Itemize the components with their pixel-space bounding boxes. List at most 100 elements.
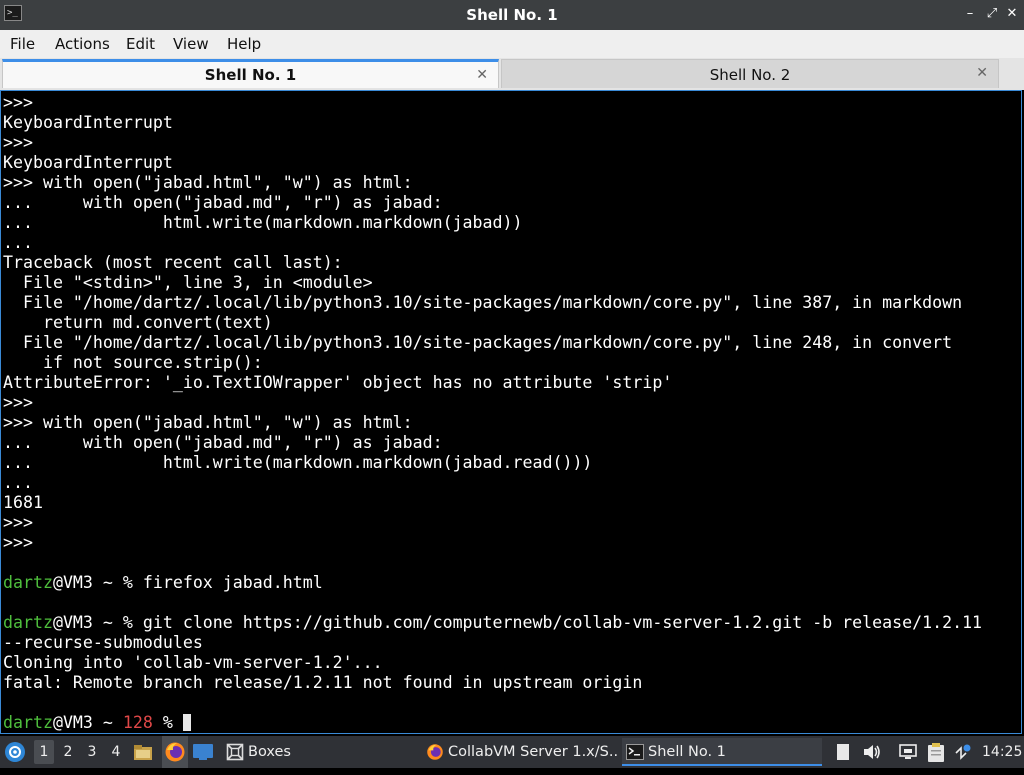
terminal-text: Traceback (most recent call last): [3, 253, 343, 272]
terminal-text: @VM3 ~ [52, 713, 123, 732]
window-titlebar[interactable]: >_ Shell No. 1 – ⤢ ✕ [0, 0, 1024, 30]
volume-icon [864, 745, 880, 759]
tab-label: Shell No. 1 [204, 66, 297, 84]
clock[interactable]: 14:25 [982, 736, 1022, 768]
terminal-text: >>> [3, 393, 33, 412]
prompt-username: dartz [3, 573, 53, 592]
tab-close-icon[interactable]: ✕ [976, 65, 988, 81]
terminal-text: >>> with open("jabad.html", "w") as html… [3, 413, 413, 432]
tab-label: Shell No. 2 [709, 66, 791, 84]
terminal-line: ... html.write(markdown.markdown(jabad)) [3, 213, 1013, 233]
terminal-text: ... with open("jabad.md", "r") as jabad: [3, 433, 443, 452]
terminal-text: >>> with open("jabad.html", "w") as html… [3, 173, 413, 192]
close-icon[interactable]: ✕ [1004, 6, 1020, 22]
terminal-line: ... with open("jabad.md", "r") as jabad: [3, 433, 1013, 453]
firefox-launcher[interactable] [162, 736, 188, 768]
terminal-line: Cloning into 'collab-vm-server-1.2'... [3, 653, 1013, 673]
terminal-line: KeyboardInterrupt [3, 113, 1013, 133]
boxes-icon [226, 743, 244, 761]
terminal-text: File "<stdin>", line 3, in <module> [3, 273, 373, 292]
lubuntu-logo-icon [5, 742, 25, 762]
file-manager-launcher[interactable] [133, 736, 155, 768]
terminal-line: --recurse-submodules [3, 633, 1013, 653]
minimize-icon[interactable]: – [962, 6, 978, 22]
bluetooth-icon [955, 744, 971, 760]
blank-window-icon [837, 744, 849, 760]
terminal-line: >>> [3, 133, 1013, 153]
tab-close-icon[interactable]: ✕ [476, 67, 488, 83]
firefox-icon [427, 744, 443, 760]
terminal-line: File "/home/dartz/.local/lib/python3.10/… [3, 333, 1013, 353]
volume-button[interactable] [862, 736, 884, 768]
terminal-text: >>> [3, 533, 33, 552]
clipboard-icon [928, 743, 944, 762]
terminal-text: % [152, 713, 183, 732]
menu-bar: File Actions Edit View Help [0, 30, 1024, 59]
terminal-line: >>> with open("jabad.html", "w") as html… [3, 173, 1013, 193]
menu-help[interactable]: Help [227, 35, 261, 53]
desktop-launcher[interactable] [192, 736, 216, 768]
terminal-text: ... [3, 233, 33, 252]
terminal-text: >>> [3, 513, 33, 532]
terminal-line: >>> [3, 393, 1013, 413]
taskbar-window-label: CollabVM Server 1.x/S... [448, 744, 618, 760]
terminal-text: File "/home/dartz/.local/lib/python3.10/… [3, 293, 963, 312]
terminal-text: ... with open("jabad.md", "r") as jabad: [3, 193, 443, 212]
terminal-line: File "<stdin>", line 3, in <module> [3, 273, 1013, 293]
tab-shell-2[interactable]: Shell No. 2 ✕ [501, 59, 999, 88]
terminal-line: ... [3, 233, 1013, 253]
terminal-text: File "/home/dartz/.local/lib/python3.10/… [3, 333, 953, 352]
terminal-line: dartz@VM3 ~ 128 % [3, 713, 1013, 733]
taskbar-window-shell-1[interactable]: Shell No. 1 [622, 738, 822, 766]
menu-view[interactable]: View [173, 35, 209, 53]
exit-code: 128 [122, 713, 153, 732]
window-title: Shell No. 1 [466, 6, 558, 24]
terminal-text: >>> [3, 93, 33, 112]
bluetooth-button[interactable] [954, 736, 974, 768]
workspace-1-button[interactable]: 1 [34, 740, 54, 764]
tray-placeholder-icon[interactable] [836, 736, 852, 768]
tab-bar: Shell No. 1 ✕ Shell No. 2 ✕ [0, 58, 1024, 90]
terminal-text: KeyboardInterrupt [3, 113, 173, 132]
terminal-line: >>> [3, 533, 1013, 553]
taskbar: 1 2 3 4 Boxes CollabVM Server 1.x/S... S… [0, 736, 1024, 768]
menu-edit[interactable]: Edit [126, 35, 155, 53]
menu-actions[interactable]: Actions [55, 35, 110, 53]
terminal-line: dartz@VM3 ~ % git clone https://github.c… [3, 613, 1013, 633]
terminal-text: KeyboardInterrupt [3, 153, 173, 172]
workspace-2-button[interactable]: 2 [58, 740, 78, 764]
terminal-view[interactable]: >>> KeyboardInterrupt >>> KeyboardInterrupt… [0, 90, 1022, 734]
workspace-3-button[interactable]: 3 [82, 740, 102, 764]
terminal-text: 1681 [3, 493, 43, 512]
terminal-text: ... html.write(markdown.markdown(jabad)) [3, 213, 523, 232]
terminal-line: if not source.strip(): [3, 353, 1013, 373]
desktop-icon [193, 744, 213, 760]
terminal-line: fatal: Remote branch release/1.2.11 not … [3, 673, 1013, 693]
terminal-line: File "/home/dartz/.local/lib/python3.10/… [3, 293, 1013, 313]
boxes-taskbar-button[interactable]: Boxes [222, 738, 302, 766]
terminal-text: ... [3, 473, 33, 492]
prompt-username: dartz [3, 613, 53, 632]
terminal-line: ... [3, 473, 1013, 493]
terminal-line: AttributeError: '_io.TextIOWrapper' obje… [3, 373, 1013, 393]
tab-shell-1[interactable]: Shell No. 1 ✕ [2, 59, 499, 88]
firefox-icon [165, 742, 185, 762]
terminal-line: >>> with open("jabad.html", "w") as html… [3, 413, 1013, 433]
menu-file[interactable]: File [10, 35, 35, 53]
start-menu-button[interactable] [4, 736, 28, 768]
taskbar-window-label: Shell No. 1 [648, 744, 726, 760]
terminal-line: >>> [3, 513, 1013, 533]
clipboard-button[interactable] [926, 736, 948, 768]
folder-icon [134, 745, 152, 760]
taskbar-window-collabvm[interactable]: CollabVM Server 1.x/S... [422, 738, 618, 766]
network-icon [899, 744, 917, 759]
terminal-text: --recurse-submodules [3, 633, 203, 652]
terminal-text: @VM3 ~ % firefox jabad.html [52, 573, 323, 592]
maximize-icon[interactable]: ⤢ [984, 6, 1000, 22]
workspace-4-button[interactable]: 4 [106, 740, 126, 764]
terminal-icon [626, 744, 644, 760]
terminal-text: return md.convert(text) [3, 313, 273, 332]
network-button[interactable] [898, 736, 920, 768]
